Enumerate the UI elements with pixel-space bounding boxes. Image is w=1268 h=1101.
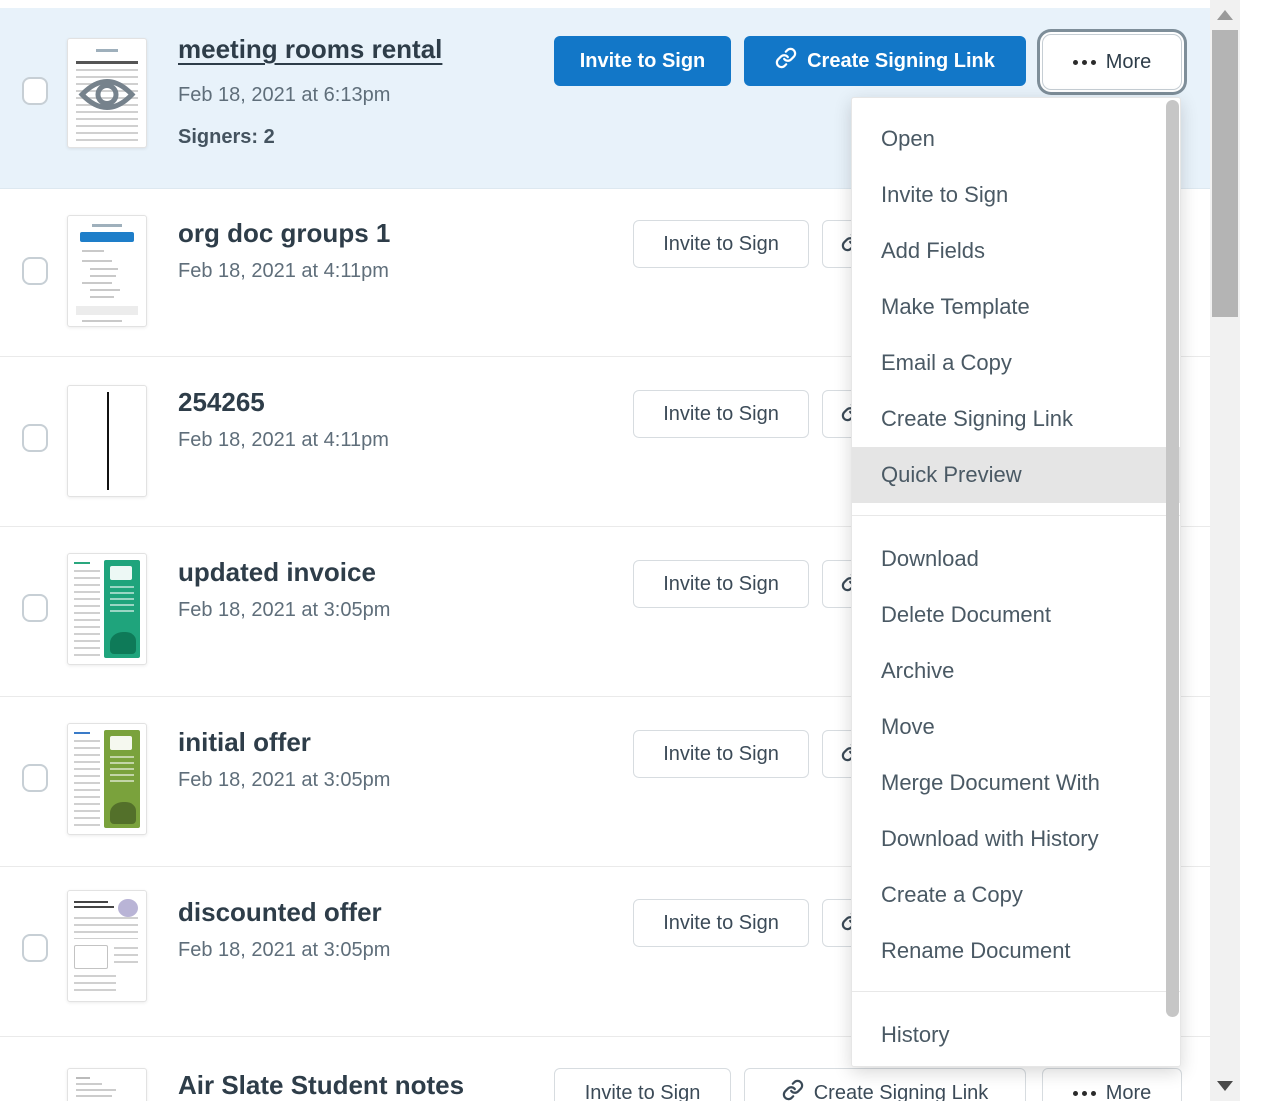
row-checkbox[interactable] [22,77,48,105]
page-scrollbar[interactable] [1210,0,1240,1101]
page-scrollbar-thumb[interactable] [1212,30,1238,317]
document-list-page: meeting rooms rental Feb 18, 2021 at 6:1… [0,0,1268,1101]
document-date: Feb 18, 2021 at 4:11pm [178,429,389,452]
invite-to-sign-button[interactable]: Invite to Sign [554,1068,731,1101]
thumb-logo-line [96,49,118,52]
thumb-logo-line [92,224,122,227]
menu-item-add-fields[interactable]: Add Fields [852,223,1180,279]
ellipsis-icon [1073,1091,1096,1096]
more-button[interactable]: More [1042,1068,1182,1101]
quick-preview-eye-icon [78,75,136,120]
scroll-down-arrow-icon[interactable] [1217,1081,1233,1091]
row-checkbox[interactable] [22,934,48,962]
document-date: Feb 18, 2021 at 6:13pm [178,84,390,107]
invite-to-sign-button[interactable]: Invite to Sign [633,390,809,438]
menu-item-email-a-copy[interactable]: Email a Copy [852,335,1180,391]
menu-divider [852,991,1180,992]
scroll-up-arrow-icon[interactable] [1217,10,1233,20]
menu-item-rename-document[interactable]: Rename Document [852,923,1180,979]
link-icon [775,47,797,75]
thumb-olive-panel [104,730,140,828]
dropdown-scrollbar-thumb[interactable] [1166,100,1179,1017]
more-button[interactable]: More [1042,34,1182,90]
more-dropdown-menu: Open Invite to Sign Add Fields Make Temp… [851,97,1181,1067]
document-title[interactable]: discounted offer [178,897,382,928]
row-checkbox[interactable] [22,594,48,622]
menu-item-archive[interactable]: Archive [852,643,1180,699]
menu-item-invite-to-sign[interactable]: Invite to Sign [852,167,1180,223]
menu-item-history[interactable]: History [852,1007,1180,1063]
menu-item-make-template[interactable]: Make Template [852,279,1180,335]
thumb-heading-line [76,61,138,64]
row-checkbox[interactable] [22,257,48,285]
invite-to-sign-button[interactable]: Invite to Sign [633,220,809,268]
row-checkbox[interactable] [22,764,48,792]
menu-item-open[interactable]: Open [852,111,1180,167]
row-checkbox[interactable] [22,424,48,452]
document-title-link[interactable]: meeting rooms rental [178,34,442,65]
thumb-robot-illustration [118,899,138,917]
document-title[interactable]: initial offer [178,727,311,758]
invite-to-sign-button[interactable]: Invite to Sign [633,899,809,947]
document-thumbnail[interactable] [67,38,147,148]
document-thumbnail[interactable] [67,553,147,665]
ellipsis-icon [1073,60,1096,65]
signers-count: Signers: 2 [178,126,275,149]
document-thumbnail[interactable] [67,215,147,327]
document-thumbnail[interactable] [67,723,147,835]
menu-item-create-a-copy[interactable]: Create a Copy [852,867,1180,923]
document-date: Feb 18, 2021 at 4:11pm [178,260,389,283]
thumb-green-panel [104,560,140,658]
document-title[interactable]: 254265 [178,387,265,418]
document-date: Feb 18, 2021 at 3:05pm [178,769,390,792]
menu-item-create-signing-link[interactable]: Create Signing Link [852,391,1180,447]
document-date: Feb 18, 2021 at 3:05pm [178,599,390,622]
create-signing-link-button[interactable]: Create Signing Link [744,36,1026,86]
menu-item-download[interactable]: Download [852,531,1180,587]
invite-to-sign-button[interactable]: Invite to Sign [554,36,731,86]
document-thumbnail[interactable] [67,890,147,1002]
thumb-blue-bar [80,232,134,242]
document-title[interactable]: updated invoice [178,557,376,588]
menu-item-merge-document-with[interactable]: Merge Document With [852,755,1180,811]
menu-item-download-with-history[interactable]: Download with History [852,811,1180,867]
document-thumbnail[interactable] [67,385,147,497]
dropdown-item-list: Open Invite to Sign Add Fields Make Temp… [852,98,1180,1063]
menu-item-move[interactable]: Move [852,699,1180,755]
document-thumbnail[interactable] [67,1068,147,1101]
create-signing-link-button[interactable]: Create Signing Link [744,1068,1026,1101]
document-date: Feb 18, 2021 at 3:05pm [178,939,390,962]
link-icon [782,1079,804,1101]
thumb-vertical-line [107,392,109,490]
invite-to-sign-button[interactable]: Invite to Sign [633,560,809,608]
document-title[interactable]: Air Slate Student notes [178,1070,464,1101]
menu-item-quick-preview[interactable]: Quick Preview [852,447,1180,503]
invite-to-sign-button[interactable]: Invite to Sign [633,730,809,778]
menu-item-delete-document[interactable]: Delete Document [852,587,1180,643]
menu-divider [852,515,1180,516]
document-title[interactable]: org doc groups 1 [178,218,390,249]
